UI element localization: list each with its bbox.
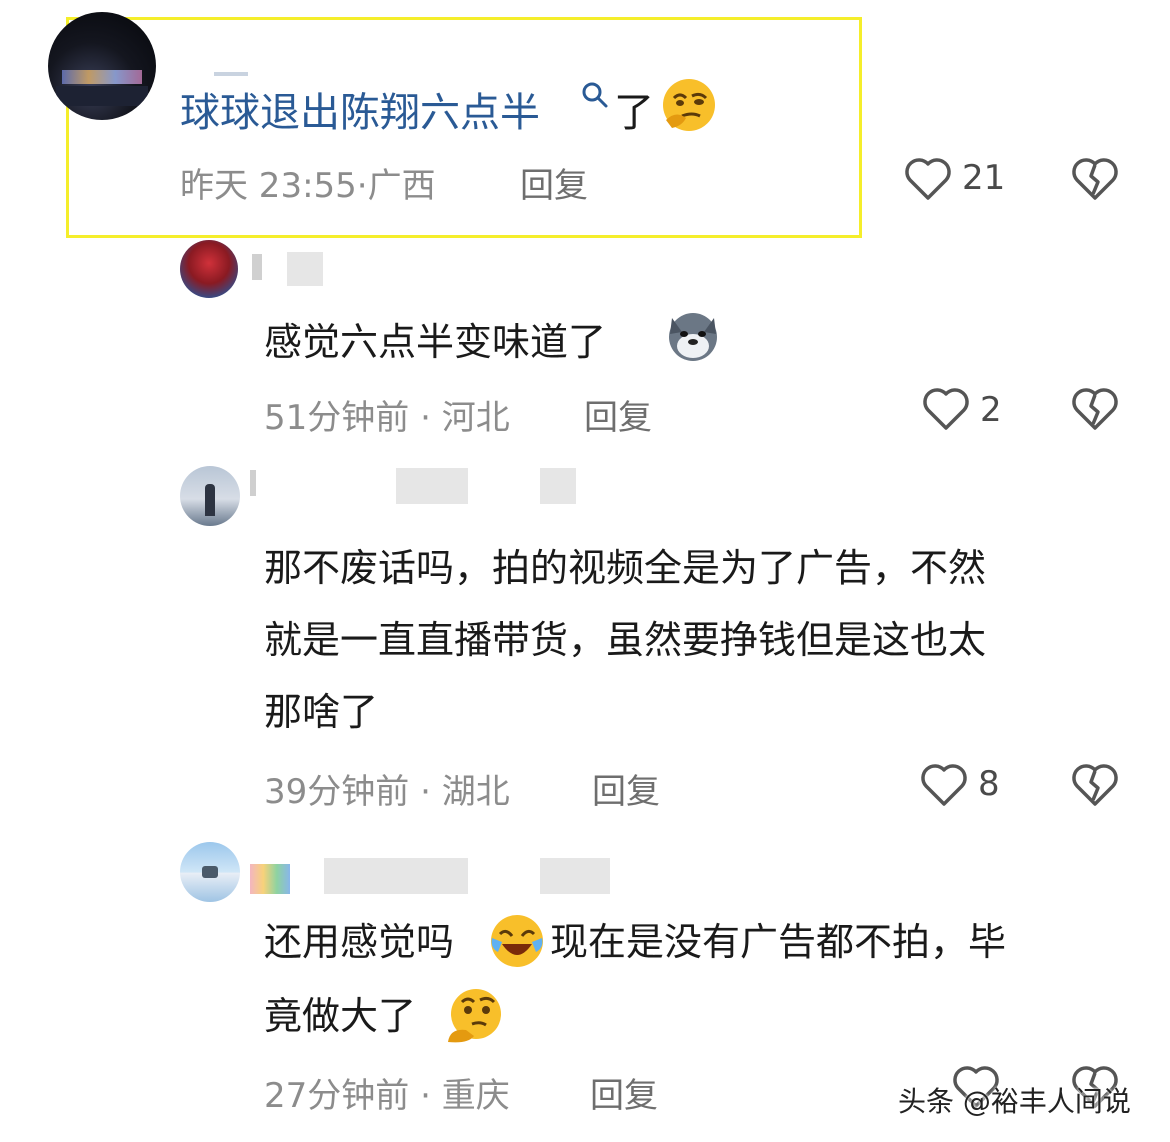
username-blur xyxy=(540,858,610,894)
search-icon[interactable] xyxy=(580,80,610,110)
comment-time: 51分钟前 xyxy=(264,398,410,438)
meta-separator: · xyxy=(420,398,431,438)
like-count: 8 xyxy=(978,764,1000,804)
avatar[interactable] xyxy=(180,240,238,298)
avatar[interactable] xyxy=(48,12,156,120)
like-count: 21 xyxy=(962,158,1006,198)
broken-heart-icon[interactable] xyxy=(1070,762,1120,808)
comment-location: 重庆 xyxy=(441,1076,510,1116)
comment-line: 那啥了 xyxy=(264,690,379,734)
meta-separator: · xyxy=(420,772,431,812)
username-blur xyxy=(250,470,256,496)
comment-meta: 昨天 23:55·广西 xyxy=(180,158,436,207)
comment-meta: 39分钟前 · 湖北 xyxy=(264,764,510,813)
search-link-text[interactable]: 球球退出陈翔六点半 xyxy=(180,90,540,136)
avatar[interactable] xyxy=(180,466,240,526)
laughing-crying-face-icon xyxy=(491,915,543,967)
comment-text: 球球退出陈翔六点半 xyxy=(180,80,540,138)
reply-button[interactable]: 回复 xyxy=(590,1068,658,1117)
meta-separator: · xyxy=(356,166,368,206)
comment-location: 湖北 xyxy=(441,772,510,812)
username-blur xyxy=(287,252,323,286)
reply-button[interactable]: 回复 xyxy=(520,158,588,207)
like-count: 2 xyxy=(980,390,1002,430)
comment-text: 感觉六点半变味道了 xyxy=(264,320,607,364)
username-blur xyxy=(214,72,248,76)
meta-separator: · xyxy=(420,1076,431,1116)
comment-time: 昨天 23:55 xyxy=(180,166,357,206)
thinking-face-icon xyxy=(448,989,501,1043)
husky-dog-face-icon xyxy=(669,313,717,361)
comment-text-suffix: 了 xyxy=(614,90,654,136)
thinking-face-icon xyxy=(663,79,715,131)
heart-icon[interactable] xyxy=(922,386,970,432)
comment-location: 河北 xyxy=(441,398,510,438)
reply-button[interactable]: 回复 xyxy=(584,390,652,439)
reply-button[interactable]: 回复 xyxy=(592,764,660,813)
broken-heart-icon[interactable] xyxy=(1070,156,1120,202)
heart-icon[interactable] xyxy=(920,762,968,808)
username-blur xyxy=(540,468,576,504)
comment-meta: 51分钟前 · 河北 xyxy=(264,390,510,439)
heart-icon[interactable] xyxy=(904,156,952,202)
watermark: 头条 @裕丰人间说 xyxy=(898,1085,1131,1118)
comment-line: 就是一直直播带货，虽然要挣钱但是这也太 xyxy=(264,618,987,662)
username-blur xyxy=(396,468,468,504)
comment-meta: 27分钟前 · 重庆 xyxy=(264,1068,510,1117)
comment-line: 现在是没有广告都不拍，毕 xyxy=(550,920,1007,964)
avatar[interactable] xyxy=(180,842,240,902)
comment-location: 广西 xyxy=(367,166,436,206)
broken-heart-icon[interactable] xyxy=(1070,386,1120,432)
username-blur xyxy=(250,864,290,894)
username-blur xyxy=(252,254,262,280)
comment-line: 那不废话吗，拍的视频全是为了广告，不然 xyxy=(264,546,987,590)
comment-line: 还用感觉吗 xyxy=(264,920,455,964)
comment-line: 竟做大了 xyxy=(264,994,417,1038)
username-blur xyxy=(324,858,468,894)
comment-time: 27分钟前 xyxy=(264,1076,410,1116)
comment-time: 39分钟前 xyxy=(264,772,410,812)
